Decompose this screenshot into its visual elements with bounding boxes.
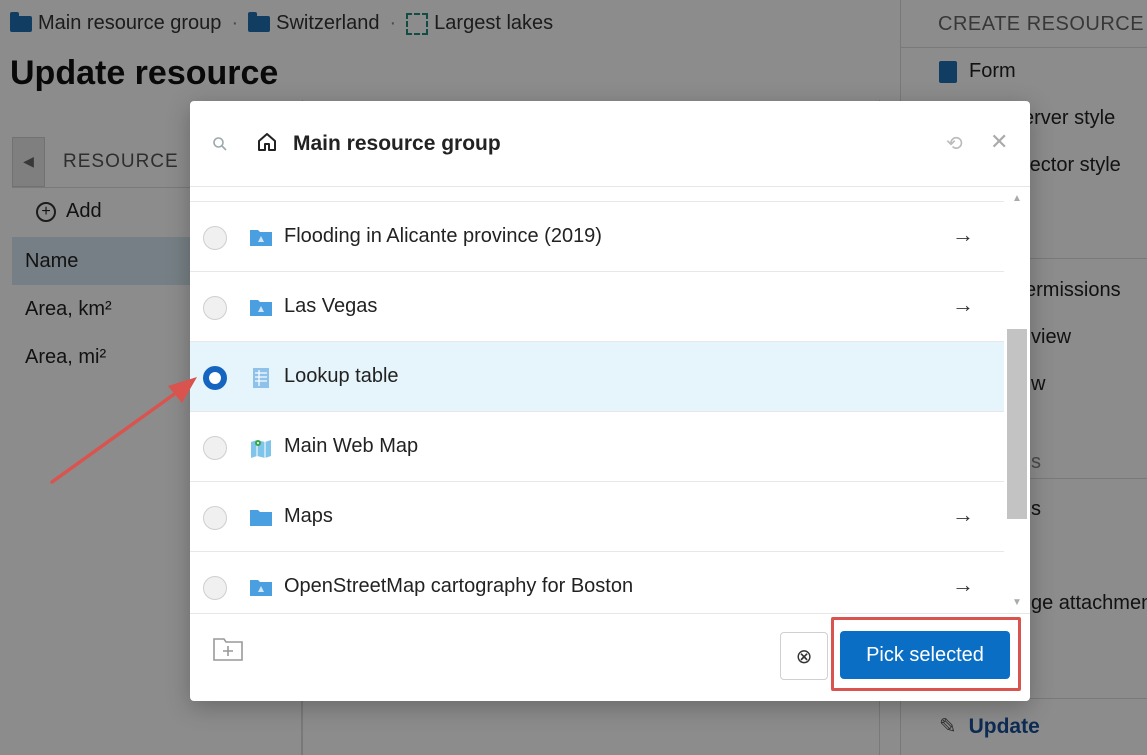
list-item[interactable]: OpenStreetMap cartography for Boston → xyxy=(190,552,1004,613)
list-item[interactable]: Maps → xyxy=(190,482,1004,552)
radio-button[interactable] xyxy=(203,226,227,250)
home-icon[interactable] xyxy=(256,131,278,153)
resource-group-icon xyxy=(249,297,273,317)
radio-button[interactable] xyxy=(203,436,227,460)
dialog-title: Main resource group xyxy=(293,132,501,155)
arrow-right-icon[interactable]: → xyxy=(952,502,974,528)
radio-button[interactable] xyxy=(203,296,227,320)
arrow-right-icon[interactable]: → xyxy=(952,572,974,598)
list-item[interactable]: Las Vegas → xyxy=(190,272,1004,342)
list-item[interactable]: Flooding in Alicante province (2019) → xyxy=(190,202,1004,272)
list-item[interactable]: Main Web Map xyxy=(190,412,1004,482)
resource-group-icon xyxy=(249,227,273,247)
search-icon[interactable] xyxy=(212,136,228,157)
refresh-icon[interactable]: ⟲ xyxy=(946,131,963,156)
cancel-circle-icon: ⊗ xyxy=(795,645,813,668)
radio-button[interactable] xyxy=(203,576,227,600)
scroll-down-icon[interactable]: ▼ xyxy=(1012,597,1022,608)
lookup-table-icon xyxy=(249,367,273,388)
annotation-highlight-box xyxy=(831,617,1021,691)
close-icon[interactable]: ✕ xyxy=(990,129,1008,155)
resource-group-icon xyxy=(249,577,273,597)
clear-selection-button[interactable]: ⊗ xyxy=(780,632,828,680)
scrollbar-thumb[interactable] xyxy=(1007,329,1027,519)
list-item-selected[interactable]: Lookup table xyxy=(190,342,1004,412)
arrow-right-icon[interactable]: → xyxy=(952,222,974,248)
new-folder-icon[interactable] xyxy=(212,636,244,662)
web-map-icon xyxy=(249,437,273,458)
radio-button-checked[interactable] xyxy=(203,366,227,390)
resource-picker-dialog: Main resource group ⟲ ✕ Flooding in Alic… xyxy=(190,101,1030,701)
dialog-header: Main resource group ⟲ ✕ xyxy=(190,101,1030,187)
folder-icon xyxy=(249,507,273,527)
resource-list: Flooding in Alicante province (2019) → L… xyxy=(190,187,1004,613)
list-spacer xyxy=(190,187,1004,202)
radio-button[interactable] xyxy=(203,506,227,530)
arrow-right-icon[interactable]: → xyxy=(952,292,974,318)
scroll-up-icon[interactable]: ▲ xyxy=(1012,193,1022,204)
list-scrollbar[interactable]: ▲ ▼ xyxy=(1004,187,1030,613)
